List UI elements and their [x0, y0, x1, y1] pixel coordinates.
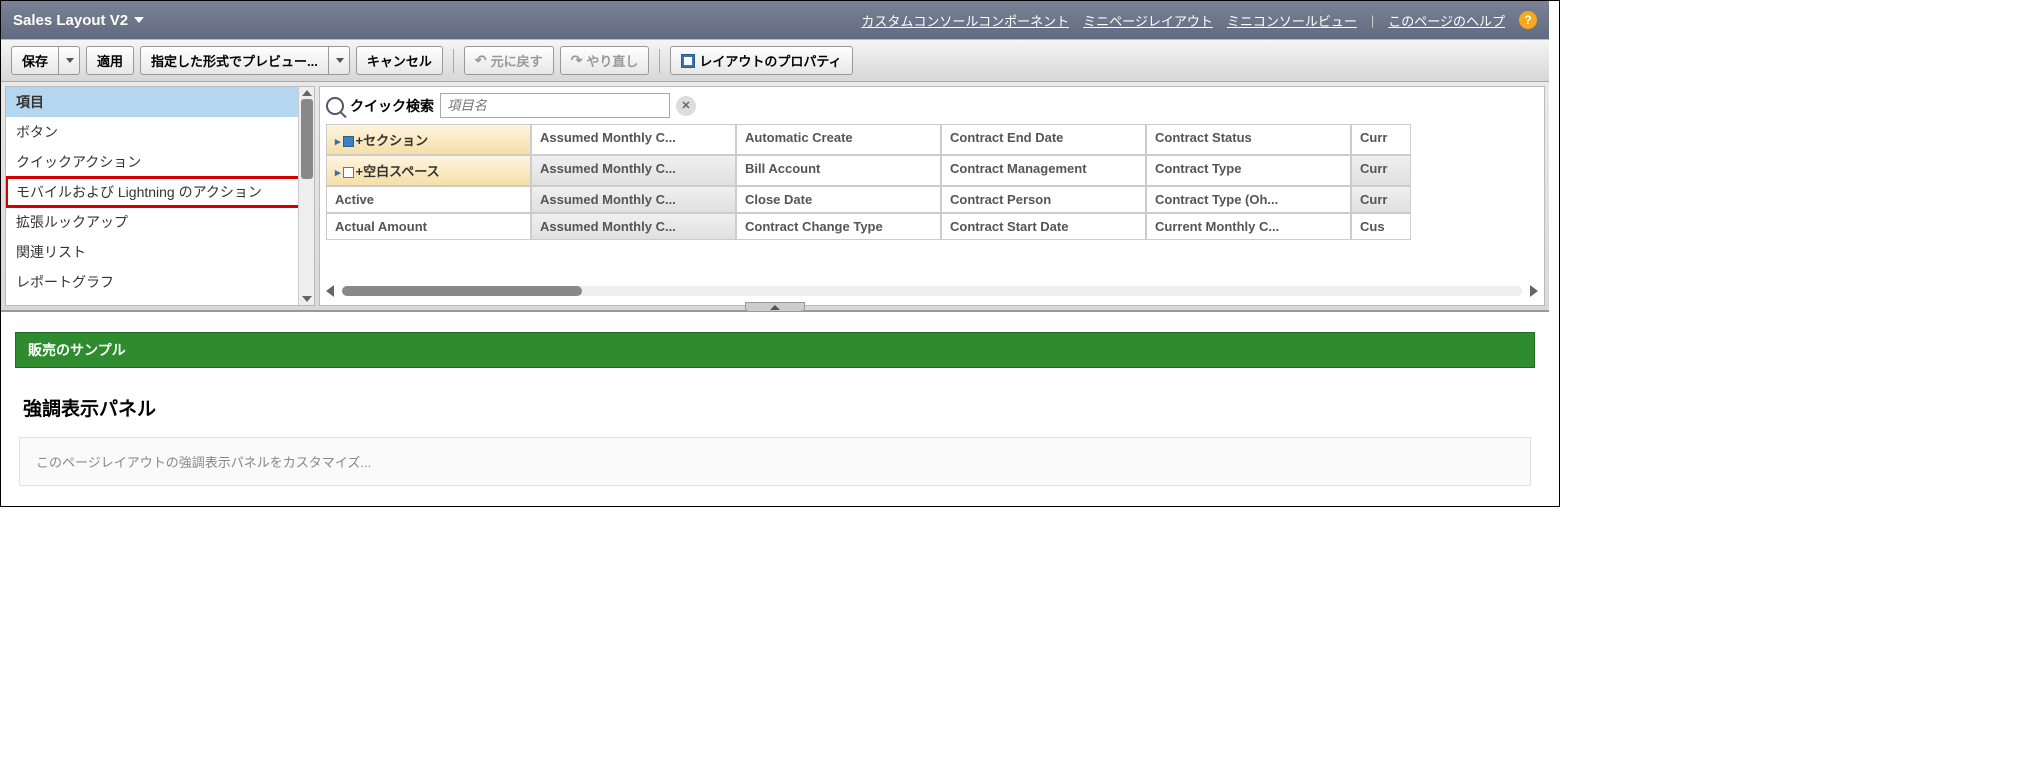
highlight-panel-placeholder[interactable]: このページレイアウトの強調表示パネルをカスタマイズ...	[19, 437, 1531, 486]
scroll-right-icon	[1530, 285, 1538, 297]
field-label: +セクション	[356, 133, 429, 148]
section-header-sales-sample[interactable]: 販売のサンプル	[15, 332, 1535, 368]
field-item[interactable]: Current Monthly C...	[1146, 213, 1351, 240]
highlight-panel-title: 強調表示パネル	[23, 394, 1527, 421]
caret-down-icon	[336, 58, 344, 63]
layout-properties-label: レイアウトのプロパティ	[699, 51, 841, 70]
save-dropdown-button[interactable]	[59, 46, 80, 75]
scrollbar-thumb[interactable]	[301, 99, 313, 179]
field-row: ▸ +空白スペース Assumed Monthly C... Bill Accou…	[326, 155, 1538, 186]
layout-properties-button[interactable]: レイアウトのプロパティ	[670, 46, 852, 75]
undo-label: 元に戻す	[491, 51, 543, 70]
quick-find-input[interactable]	[440, 93, 670, 118]
palette-area: 項目 ボタン クイックアクション モバイルおよび Lightning のアクショ…	[1, 82, 1549, 312]
category-related-lists[interactable]: 関連リスト	[6, 237, 314, 267]
field-item[interactable]: Automatic Create	[736, 124, 941, 155]
apply-button[interactable]: 適用	[86, 46, 134, 75]
clear-search-button[interactable]: ✕	[676, 96, 696, 116]
palette-collapse-handle[interactable]	[745, 302, 805, 312]
field-item[interactable]: Bill Account	[736, 155, 941, 186]
scroll-left-icon	[326, 285, 334, 297]
redo-label: やり直し	[586, 51, 638, 70]
link-mini-page-layout[interactable]: ミニページレイアウト	[1083, 11, 1213, 30]
redo-icon: ↷	[571, 52, 583, 69]
field-item[interactable]: Contract Type	[1146, 155, 1351, 186]
cancel-button[interactable]: キャンセル	[356, 46, 443, 75]
field-item[interactable]: Assumed Monthly C...	[531, 186, 736, 213]
field-item[interactable]: Contract Status	[1146, 124, 1351, 155]
field-item[interactable]: Assumed Monthly C...	[531, 124, 736, 155]
field-item[interactable]: Assumed Monthly C...	[531, 213, 736, 240]
link-mini-console-view[interactable]: ミニコンソールビュー	[1227, 11, 1357, 30]
field-item[interactable]: Curr	[1351, 186, 1411, 213]
quick-find-label: クイック検索	[350, 96, 434, 116]
field-item[interactable]: Contract Change Type	[736, 213, 941, 240]
category-mobile-lightning-actions[interactable]: モバイルおよび Lightning のアクション	[6, 177, 314, 207]
field-section[interactable]: ▸ +セクション	[326, 124, 531, 155]
layout-title-dropdown[interactable]: Sales Layout V2	[13, 12, 144, 29]
arrow-right-icon: ▸	[335, 135, 341, 148]
divider: |	[1371, 13, 1374, 28]
field-row: Active Assumed Monthly C... Close Date C…	[326, 186, 1538, 213]
field-item[interactable]: Contract Start Date	[941, 213, 1146, 240]
category-quick-actions[interactable]: クイックアクション	[6, 147, 314, 177]
redo-button[interactable]: ↷ やり直し	[560, 46, 650, 75]
category-scrollbar[interactable]	[298, 87, 314, 305]
save-button[interactable]: 保存	[11, 46, 59, 75]
separator	[659, 49, 660, 73]
toolbar: 保存 適用 指定した形式でプレビュー... キャンセル ↶ 元に戻す ↷ やり直…	[1, 39, 1549, 82]
field-item[interactable]: Assumed Monthly C...	[531, 155, 736, 186]
help-icon[interactable]: ?	[1519, 11, 1537, 29]
category-expanded-lookups[interactable]: 拡張ルックアップ	[6, 207, 314, 237]
field-panel: クイック検索 ✕ ▸ +セクション Assumed Monthly C... Au…	[319, 86, 1545, 306]
caret-down-icon	[66, 58, 74, 63]
scrollbar-thumb[interactable]	[342, 286, 582, 296]
arrow-right-icon: ▸	[335, 166, 341, 179]
link-help-page[interactable]: このページのヘルプ	[1388, 11, 1505, 30]
quick-find-row: クイック検索 ✕	[326, 93, 1538, 118]
preview-dropdown-button[interactable]	[329, 46, 350, 75]
preview-button-group: 指定した形式でプレビュー...	[140, 46, 350, 75]
field-item[interactable]: Actual Amount	[326, 213, 531, 240]
search-icon	[326, 97, 344, 115]
preview-button[interactable]: 指定した形式でプレビュー...	[140, 46, 329, 75]
field-item[interactable]: Contract Management	[941, 155, 1146, 186]
field-blank-space[interactable]: ▸ +空白スペース	[326, 155, 531, 186]
field-item[interactable]: Contract End Date	[941, 124, 1146, 155]
field-horizontal-scrollbar[interactable]	[326, 283, 1538, 299]
undo-button[interactable]: ↶ 元に戻す	[464, 46, 554, 75]
blank-space-icon	[343, 167, 354, 178]
field-row: ▸ +セクション Assumed Monthly C... Automatic C…	[326, 124, 1538, 155]
category-report-charts[interactable]: レポートグラフ	[6, 267, 314, 297]
section-icon	[343, 136, 354, 147]
scrollbar-track[interactable]	[342, 286, 1522, 296]
field-item[interactable]: Contract Type (Oh...	[1146, 186, 1351, 213]
field-grid: ▸ +セクション Assumed Monthly C... Automatic C…	[326, 124, 1538, 277]
category-list: 項目 ボタン クイックアクション モバイルおよび Lightning のアクショ…	[5, 86, 315, 306]
field-item[interactable]: Curr	[1351, 155, 1411, 186]
link-custom-console[interactable]: カスタムコンソールコンポーネント	[861, 11, 1069, 30]
chevron-down-icon	[134, 17, 144, 23]
field-label: +空白スペース	[356, 164, 440, 179]
layout-canvas: 販売のサンプル 強調表示パネル このページレイアウトの強調表示パネルをカスタマイ…	[1, 312, 1549, 506]
layout-title: Sales Layout V2	[13, 12, 128, 29]
field-item[interactable]: Active	[326, 186, 531, 213]
title-bar: Sales Layout V2 カスタムコンソールコンポーネント ミニページレイ…	[1, 1, 1549, 39]
field-item[interactable]: Curr	[1351, 124, 1411, 155]
category-visualforce-pages[interactable]: Visualforce ページ	[6, 297, 314, 306]
scroll-up-icon	[302, 90, 312, 96]
separator	[453, 49, 454, 73]
scroll-down-icon	[302, 296, 312, 302]
category-buttons[interactable]: ボタン	[6, 117, 314, 147]
field-item[interactable]: Cus	[1351, 213, 1411, 240]
field-item[interactable]: Close Date	[736, 186, 941, 213]
save-button-group: 保存	[11, 46, 80, 75]
properties-icon	[681, 54, 695, 68]
field-item[interactable]: Contract Person	[941, 186, 1146, 213]
field-row: Actual Amount Assumed Monthly C... Contr…	[326, 213, 1538, 240]
category-fields[interactable]: 項目	[6, 87, 314, 117]
undo-icon: ↶	[475, 52, 487, 69]
